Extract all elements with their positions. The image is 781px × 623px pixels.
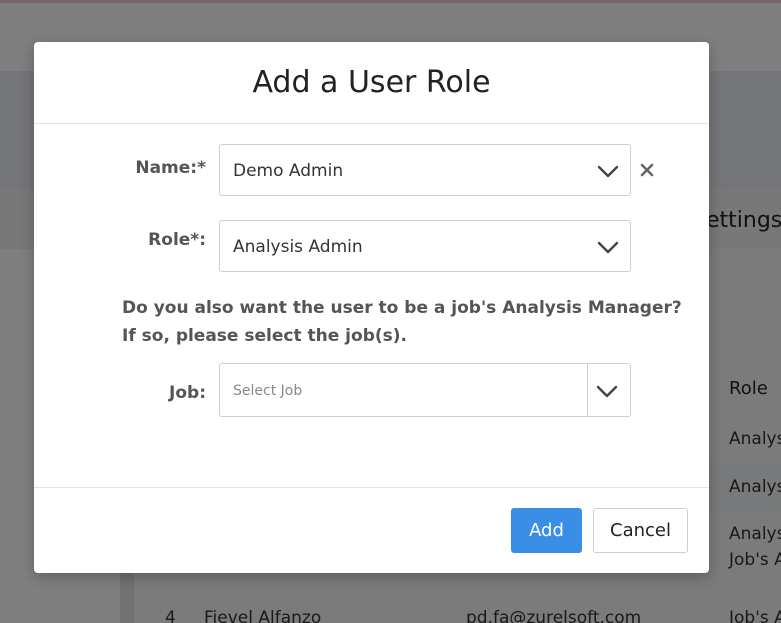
dialog-title: Add a User Role xyxy=(252,65,491,100)
job-label: Job: xyxy=(169,383,206,403)
role-select-value: Analysis Admin xyxy=(233,237,363,257)
role-label: Role*: xyxy=(148,230,206,250)
close-icon[interactable] xyxy=(639,162,655,178)
chevron-down-icon[interactable] xyxy=(596,236,620,258)
name-select[interactable]: Demo Admin xyxy=(219,144,631,196)
add-button[interactable]: Add xyxy=(511,508,582,553)
job-select-placeholder: Select Job xyxy=(233,383,303,399)
dialog-header: Add a User Role xyxy=(34,42,709,124)
chevron-down-icon[interactable] xyxy=(595,380,619,402)
job-select[interactable]: Select Job xyxy=(219,363,631,417)
analysis-manager-question: Do you also want the user to be a job's … xyxy=(122,298,682,346)
add-user-role-dialog: Add a User Role Name:* Demo Admin Role*:… xyxy=(34,42,709,573)
chevron-down-icon[interactable] xyxy=(596,160,620,182)
cancel-button[interactable]: Cancel xyxy=(593,508,688,553)
role-select[interactable]: Analysis Admin xyxy=(219,220,631,272)
name-label: Name:* xyxy=(135,158,206,178)
name-select-value: Demo Admin xyxy=(233,161,344,181)
job-select-divider xyxy=(587,364,588,416)
dialog-footer: Add Cancel xyxy=(34,487,709,574)
